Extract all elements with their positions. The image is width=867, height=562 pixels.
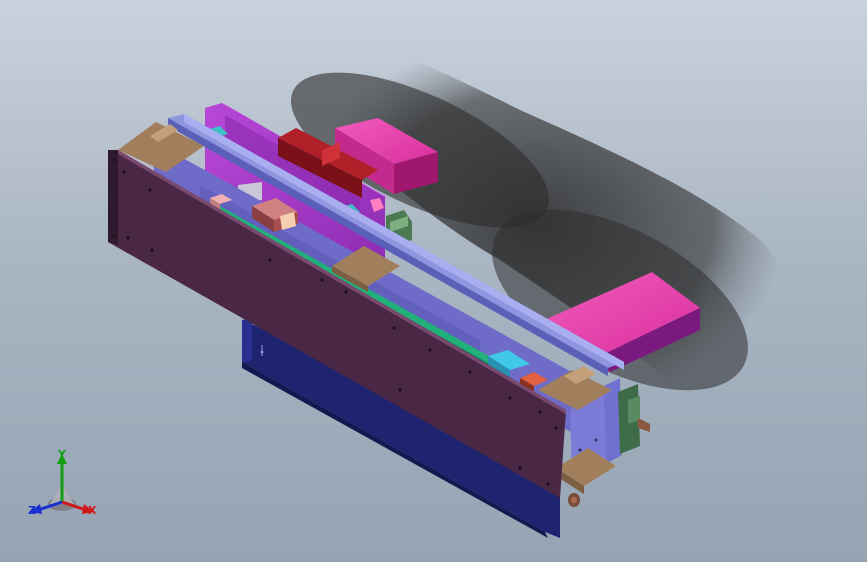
- cad-model-render[interactable]: [0, 0, 867, 562]
- z-axis-label: Z: [28, 504, 36, 517]
- axis-triad[interactable]: Y X Z: [22, 448, 112, 528]
- y-axis-label: Y: [58, 448, 66, 461]
- right-motor-housing[interactable]: [618, 384, 650, 454]
- cad-3d-viewport[interactable]: Y X Z: [0, 0, 867, 562]
- bottom-bearing[interactable]: [568, 493, 580, 507]
- x-axis-label: X: [88, 504, 97, 517]
